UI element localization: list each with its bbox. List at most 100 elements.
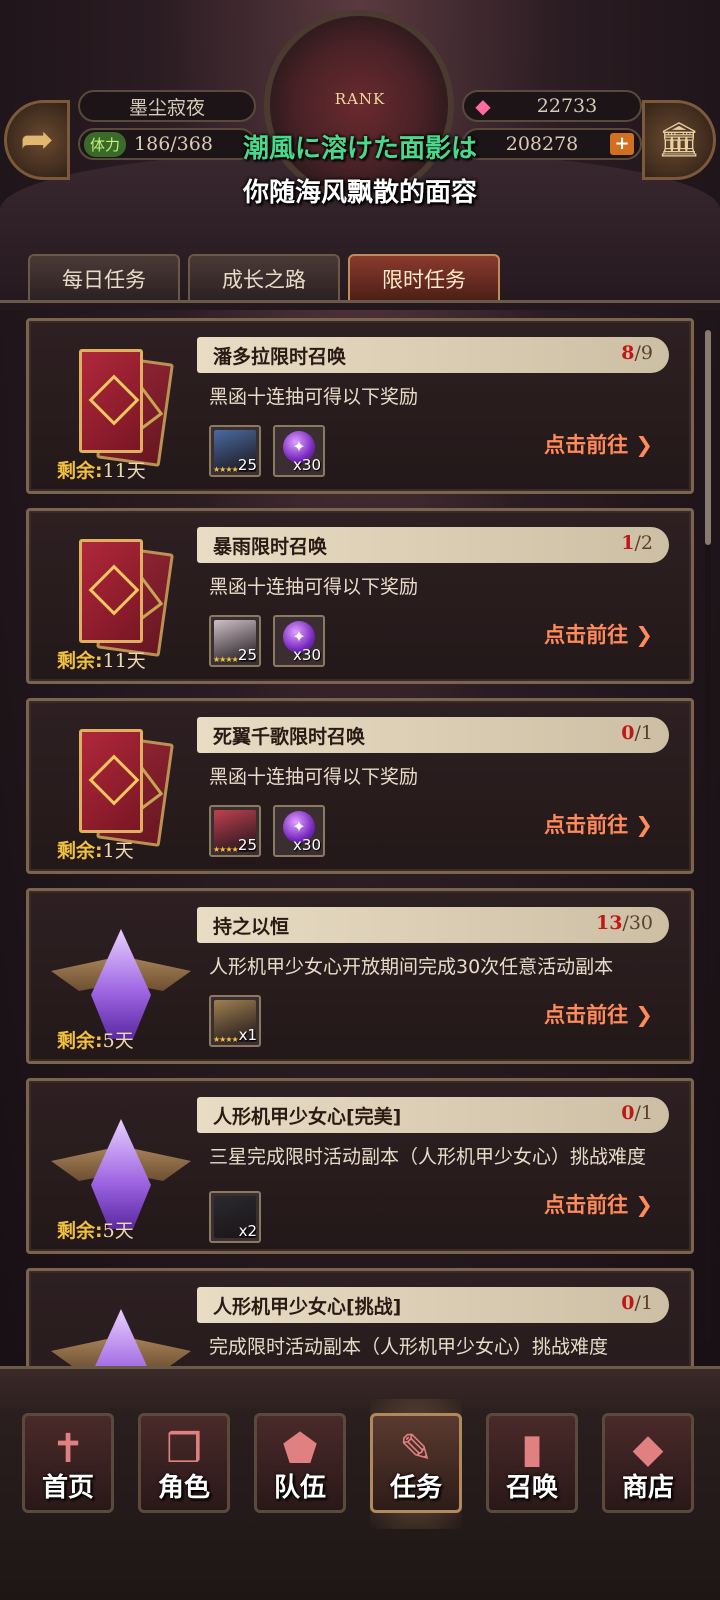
reward-list: ★★★★ 25 ✦ x30 (209, 615, 325, 667)
nav-label: 角色 (157, 1473, 210, 1503)
subtitle-chinese: 你随海风飘散的面容 (242, 178, 477, 208)
quest-title-bar: 死翼千歌限时召唤 0/1 (197, 717, 669, 753)
top-hud: RANK ➦ 🏛 墨尘寂夜 体力 186/368 ◆ 22733 208278 … (0, 0, 720, 250)
nav-item[interactable]: ▮ 召唤 (486, 1413, 578, 1513)
tab-limited[interactable]: 限时任务 (348, 254, 500, 302)
chevron-right-icon: ❯ (628, 813, 653, 837)
reward-count: 25 (237, 836, 257, 854)
quest-progress: 1/2 (621, 532, 653, 554)
subtitle-japanese: 潮風に溶けた面影は (242, 134, 477, 164)
home-banner-icon: ✝ (51, 1426, 85, 1472)
go-button[interactable]: 点击前往 ❯ (544, 999, 653, 1029)
reward-summon-orb[interactable]: ✦ x30 (273, 805, 325, 857)
reward-character-portrait[interactable]: ★★★★ x1 (209, 995, 261, 1047)
chevron-right-icon: ❯ (628, 1003, 653, 1027)
quest-progress: 0/1 (621, 722, 653, 744)
quest-card[interactable]: 人形机甲少女心[挑战] 0/1 完成限时活动副本（人形机甲少女心）挑战难度 (26, 1268, 694, 1368)
rarity-stars-icon: ★★★★ (213, 1035, 239, 1044)
quest-tabs: 每日任务 成长之路 限时任务 (28, 254, 500, 302)
quest-card[interactable]: 剩余:5天 持之以恒 13/30 人形机甲少女心开放期间完成30次任意活动副本 ★★★★… (26, 888, 694, 1064)
quest-description: 人形机甲少女心开放期间完成30次任意活动副本 (209, 956, 614, 978)
quest-list[interactable]: 剩余:11天 潘多拉限时召唤 8/9 黑函十连抽可得以下奖励 ★★★★ 25 ✦ x30 点击前… (0, 318, 720, 1368)
time-remaining: 剩余:1天 (57, 840, 134, 862)
quest-description: 三星完成限时活动副本（人形机甲少女心）挑战难度 (209, 1146, 647, 1168)
time-remaining: 剩余:11天 (57, 650, 146, 672)
quest-title-bar: 暴雨限时召唤 1/2 (197, 527, 669, 563)
quest-progress: 0/1 (621, 1292, 653, 1314)
rarity-stars-icon: ★★★★ (213, 465, 239, 474)
reward-character-portrait[interactable]: ★★★★ 25 (209, 615, 261, 667)
go-button[interactable]: 点击前往 ❯ (544, 809, 653, 839)
reward-count: x1 (238, 1026, 257, 1044)
quest-title-bar: 人形机甲少女心[完美] 0/1 (197, 1097, 669, 1133)
quest-title-bar: 持之以恒 13/30 (197, 907, 669, 943)
nav-item[interactable]: ✎ 任务 (370, 1413, 462, 1513)
crystal-emblem-art-icon (51, 1285, 191, 1368)
nav-item[interactable]: ⬟ 队伍 (254, 1413, 346, 1513)
team-emblem-icon: ⬟ (282, 1426, 318, 1472)
quest-card[interactable]: 剩余:11天 潘多拉限时召唤 8/9 黑函十连抽可得以下奖励 ★★★★ 25 ✦ x30 点击前… (26, 318, 694, 494)
tab-underline (0, 300, 720, 303)
crystal-emblem-art-icon (51, 1095, 191, 1229)
time-remaining: 剩余:5天 (57, 1030, 134, 1052)
go-button[interactable]: 点击前往 ❯ (544, 429, 653, 459)
nav-item[interactable]: ❒ 角色 (138, 1413, 230, 1513)
nav-item[interactable]: ✝ 首页 (22, 1413, 114, 1513)
reward-summon-orb[interactable]: ✦ x30 (273, 425, 325, 477)
diamond-icon: ◆ (475, 94, 491, 118)
nav-label: 任务 (389, 1473, 442, 1503)
reward-list: ★★★★ 25 ✦ x30 (209, 425, 325, 477)
quest-description: 黑函十连抽可得以下奖励 (209, 766, 419, 788)
quest-progress: 13/30 (595, 912, 653, 934)
tab-growth[interactable]: 成长之路 (188, 254, 340, 302)
quest-progress: 8/9 (621, 342, 653, 364)
gem-counter: ◆ 22733 (462, 90, 642, 122)
summon-card-art-icon (51, 335, 191, 467)
nav-label: 首页 (41, 1473, 94, 1503)
chevron-right-icon: ❯ (628, 623, 653, 647)
nav-label: 队伍 (273, 1473, 326, 1503)
reward-count: 25 (237, 456, 257, 474)
reward-summon-orb[interactable]: ✦ x30 (273, 615, 325, 667)
rarity-stars-icon: ★★★★ (213, 845, 239, 854)
reward-character-portrait[interactable]: ★★★★ 25 (209, 425, 261, 477)
reward-list: x2 (209, 1191, 261, 1243)
quest-card[interactable]: 剩余:5天 人形机甲少女心[完美] 0/1 三星完成限时活动副本（人形机甲少女心）挑战… (26, 1078, 694, 1254)
quest-title: 死翼千歌限时召唤 (213, 726, 366, 748)
scrollbar-thumb[interactable] (705, 330, 711, 545)
quest-title: 持之以恒 (213, 916, 290, 938)
time-remaining: 剩余:11天 (57, 460, 146, 482)
go-button[interactable]: 点击前往 ❯ (544, 619, 653, 649)
quest-title: 人形机甲少女心[挑战] (213, 1296, 402, 1318)
nav-label: 召唤 (505, 1473, 558, 1503)
summon-card-art-icon (51, 715, 191, 847)
nav-label: 商店 (621, 1473, 674, 1503)
chevron-right-icon: ❯ (628, 433, 653, 457)
quest-card[interactable]: 剩余:11天 暴雨限时召唤 1/2 黑函十连抽可得以下奖励 ★★★★ 25 ✦ x30 点击前往… (26, 508, 694, 684)
reward-list: ★★★★ 25 ✦ x30 (209, 805, 325, 857)
reward-count: x30 (293, 836, 321, 854)
quest-description: 黑函十连抽可得以下奖励 (209, 576, 419, 598)
go-button[interactable]: 点击前往 ❯ (544, 1189, 653, 1219)
quest-card[interactable]: 剩余:1天 死翼千歌限时召唤 0/1 黑函十连抽可得以下奖励 ★★★★ 25 ✦ x30 点击前… (26, 698, 694, 874)
quest-description: 完成限时活动副本（人形机甲少女心）挑战难度 (209, 1336, 609, 1358)
time-remaining: 剩余:5天 (57, 1220, 134, 1242)
bottom-nav: ✝ 首页 ❒ 角色 ⬟ 队伍 ✎ 任务 ▮ 召唤 ◆ 商店 (0, 1366, 720, 1600)
player-name[interactable]: 墨尘寂夜 (78, 90, 256, 122)
character-book-icon: ❒ (166, 1426, 202, 1472)
rank-label: RANK (334, 90, 386, 108)
quest-progress: 0/1 (621, 1102, 653, 1124)
quest-title: 暴雨限时召唤 (213, 536, 328, 558)
nav-item[interactable]: ◆ 商店 (602, 1413, 694, 1513)
shop-gem-icon: ◆ (632, 1426, 664, 1472)
gem-value: 22733 (536, 95, 598, 117)
rarity-stars-icon: ★★★★ (213, 655, 239, 664)
reward-count: 25 (237, 646, 257, 664)
reward-character-portrait[interactable]: ★★★★ 25 (209, 805, 261, 857)
quest-title-bar: 潘多拉限时召唤 8/9 (197, 337, 669, 373)
crystal-emblem-art-icon (51, 905, 191, 1039)
quest-title: 人形机甲少女心[完美] (213, 1106, 402, 1128)
tab-daily[interactable]: 每日任务 (28, 254, 180, 302)
quest-quill-icon: ✎ (399, 1426, 433, 1472)
reward-item[interactable]: x2 (209, 1191, 261, 1243)
